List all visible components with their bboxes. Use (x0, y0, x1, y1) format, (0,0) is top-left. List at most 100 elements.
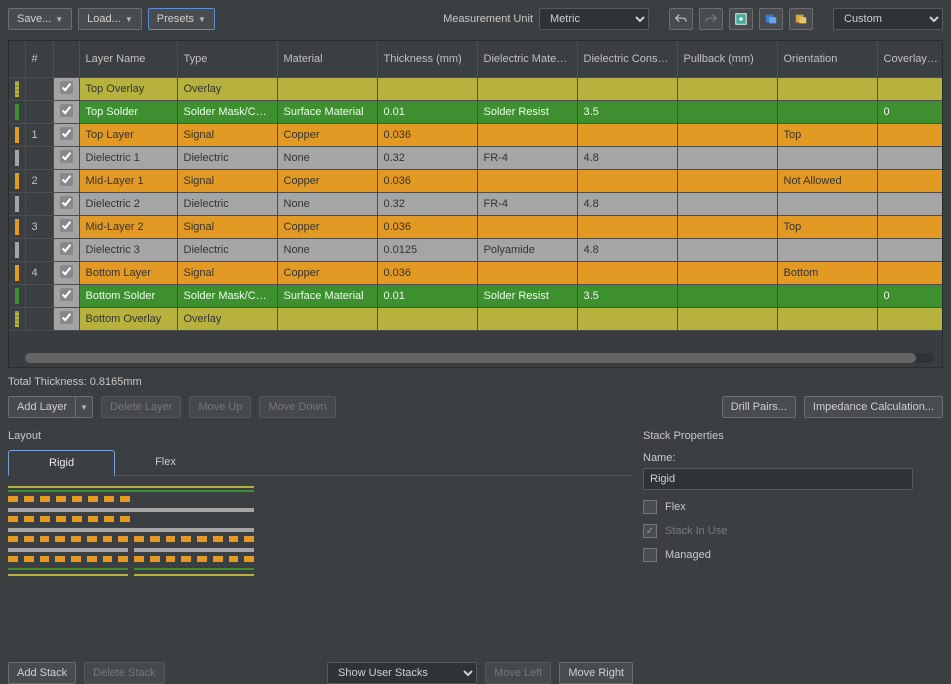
row-visible-checkbox[interactable] (53, 146, 79, 169)
col-coverlay[interactable]: Coverlay Expansion (877, 41, 943, 77)
cell-layer-name[interactable]: Dielectric 1 (79, 146, 177, 169)
table-row[interactable]: Top OverlayOverlay (9, 77, 943, 100)
cell-dielectric-constant[interactable] (577, 307, 677, 330)
tool-icon-3[interactable] (789, 8, 813, 30)
cell-thickness[interactable]: 0.01 (377, 284, 477, 307)
cell-dielectric-material[interactable] (477, 123, 577, 146)
move-down-button[interactable]: Move Down (259, 396, 335, 418)
cell-pullback[interactable] (677, 307, 777, 330)
cell-pullback[interactable] (677, 238, 777, 261)
cell-thickness[interactable]: 0.036 (377, 261, 477, 284)
table-row[interactable]: Bottom OverlayOverlay (9, 307, 943, 330)
cell-type[interactable]: Dielectric (177, 238, 277, 261)
cell-orientation[interactable]: Not Allowed (777, 169, 877, 192)
cell-orientation[interactable] (777, 100, 877, 123)
cell-coverlay[interactable] (877, 192, 943, 215)
cell-type[interactable]: Dielectric (177, 192, 277, 215)
cell-pullback[interactable] (677, 215, 777, 238)
cell-coverlay[interactable]: 0 (877, 284, 943, 307)
cell-material[interactable]: None (277, 146, 377, 169)
cell-dielectric-material[interactable] (477, 215, 577, 238)
cell-orientation[interactable]: Bottom (777, 261, 877, 284)
move-up-button[interactable]: Move Up (189, 396, 251, 418)
table-row[interactable]: 3Mid-Layer 2SignalCopper0.036Top (9, 215, 943, 238)
delete-layer-button[interactable]: Delete Layer (101, 396, 181, 418)
add-stack-button[interactable]: Add Stack (8, 662, 76, 684)
save-button[interactable]: Save...▼ (8, 8, 72, 30)
cell-layer-name[interactable]: Mid-Layer 2 (79, 215, 177, 238)
row-visible-checkbox[interactable] (53, 169, 79, 192)
table-row[interactable]: Dielectric 3DielectricNone0.0125Polyamid… (9, 238, 943, 261)
presets-button[interactable]: Presets▼ (148, 8, 215, 30)
table-row[interactable]: Bottom SolderSolder Mask/Co...Surface Ma… (9, 284, 943, 307)
row-visible-checkbox[interactable] (53, 77, 79, 100)
cell-dielectric-material[interactable] (477, 307, 577, 330)
col-type[interactable]: Type (177, 41, 277, 77)
col-dielectric-material[interactable]: Dielectric Material (477, 41, 577, 77)
tab-flex[interactable]: Flex (115, 450, 216, 475)
cell-layer-name[interactable]: Dielectric 2 (79, 192, 177, 215)
cell-coverlay[interactable] (877, 123, 943, 146)
add-layer-caret[interactable]: ▼ (75, 396, 93, 418)
cell-pullback[interactable] (677, 146, 777, 169)
cell-dielectric-material[interactable] (477, 169, 577, 192)
cell-pullback[interactable] (677, 100, 777, 123)
cell-orientation[interactable] (777, 238, 877, 261)
cell-orientation[interactable] (777, 307, 877, 330)
cell-dielectric-material[interactable]: FR-4 (477, 146, 577, 169)
cell-coverlay[interactable] (877, 146, 943, 169)
table-row[interactable]: Top SolderSolder Mask/Co...Surface Mater… (9, 100, 943, 123)
show-user-stacks-select[interactable]: Show User Stacks (327, 662, 477, 684)
cell-thickness[interactable]: 0.01 (377, 100, 477, 123)
cell-dielectric-material[interactable]: Solder Resist (477, 284, 577, 307)
cell-orientation[interactable] (777, 192, 877, 215)
cell-type[interactable]: Signal (177, 123, 277, 146)
cell-material[interactable]: None (277, 192, 377, 215)
table-row[interactable]: 1Top LayerSignalCopper0.036Top (9, 123, 943, 146)
cell-coverlay[interactable] (877, 307, 943, 330)
cell-dielectric-material[interactable]: FR-4 (477, 192, 577, 215)
add-layer-button[interactable]: Add Layer (8, 396, 76, 418)
cell-pullback[interactable] (677, 77, 777, 100)
cell-layer-name[interactable]: Top Solder (79, 100, 177, 123)
cell-pullback[interactable] (677, 123, 777, 146)
cell-dielectric-constant[interactable]: 4.8 (577, 146, 677, 169)
cell-dielectric-material[interactable] (477, 261, 577, 284)
redo-icon[interactable] (699, 8, 723, 30)
impedance-button[interactable]: Impedance Calculation... (804, 396, 943, 418)
row-visible-checkbox[interactable] (53, 261, 79, 284)
cell-type[interactable]: Solder Mask/Co... (177, 284, 277, 307)
cell-coverlay[interactable]: 0 (877, 100, 943, 123)
cell-dielectric-constant[interactable] (577, 215, 677, 238)
cell-dielectric-constant[interactable] (577, 261, 677, 284)
undo-icon[interactable] (669, 8, 693, 30)
cell-dielectric-constant[interactable]: 4.8 (577, 238, 677, 261)
cell-type[interactable]: Overlay (177, 307, 277, 330)
cell-material[interactable]: Surface Material (277, 284, 377, 307)
cell-dielectric-constant[interactable]: 4.8 (577, 192, 677, 215)
col-thickness[interactable]: Thickness (mm) (377, 41, 477, 77)
cell-orientation[interactable]: Top (777, 123, 877, 146)
load-button[interactable]: Load...▼ (78, 8, 142, 30)
tool-icon-1[interactable] (729, 8, 753, 30)
row-visible-checkbox[interactable] (53, 284, 79, 307)
cell-material[interactable] (277, 77, 377, 100)
cell-layer-name[interactable]: Bottom Layer (79, 261, 177, 284)
cell-dielectric-constant[interactable] (577, 123, 677, 146)
table-row[interactable]: Dielectric 2DielectricNone0.32FR-44.8 (9, 192, 943, 215)
tool-icon-2[interactable] (759, 8, 783, 30)
cell-layer-name[interactable]: Top Layer (79, 123, 177, 146)
table-row[interactable]: 4Bottom LayerSignalCopper0.036Bottom (9, 261, 943, 284)
cell-thickness[interactable]: 0.32 (377, 146, 477, 169)
cell-coverlay[interactable] (877, 77, 943, 100)
drill-pairs-button[interactable]: Drill Pairs... (722, 396, 796, 418)
cell-material[interactable]: Copper (277, 215, 377, 238)
cell-pullback[interactable] (677, 261, 777, 284)
cell-type[interactable]: Dielectric (177, 146, 277, 169)
cell-type[interactable]: Solder Mask/Co... (177, 100, 277, 123)
cell-type[interactable]: Overlay (177, 77, 277, 100)
col-check[interactable] (53, 41, 79, 77)
cell-coverlay[interactable] (877, 169, 943, 192)
cell-coverlay[interactable] (877, 215, 943, 238)
cell-thickness[interactable] (377, 77, 477, 100)
